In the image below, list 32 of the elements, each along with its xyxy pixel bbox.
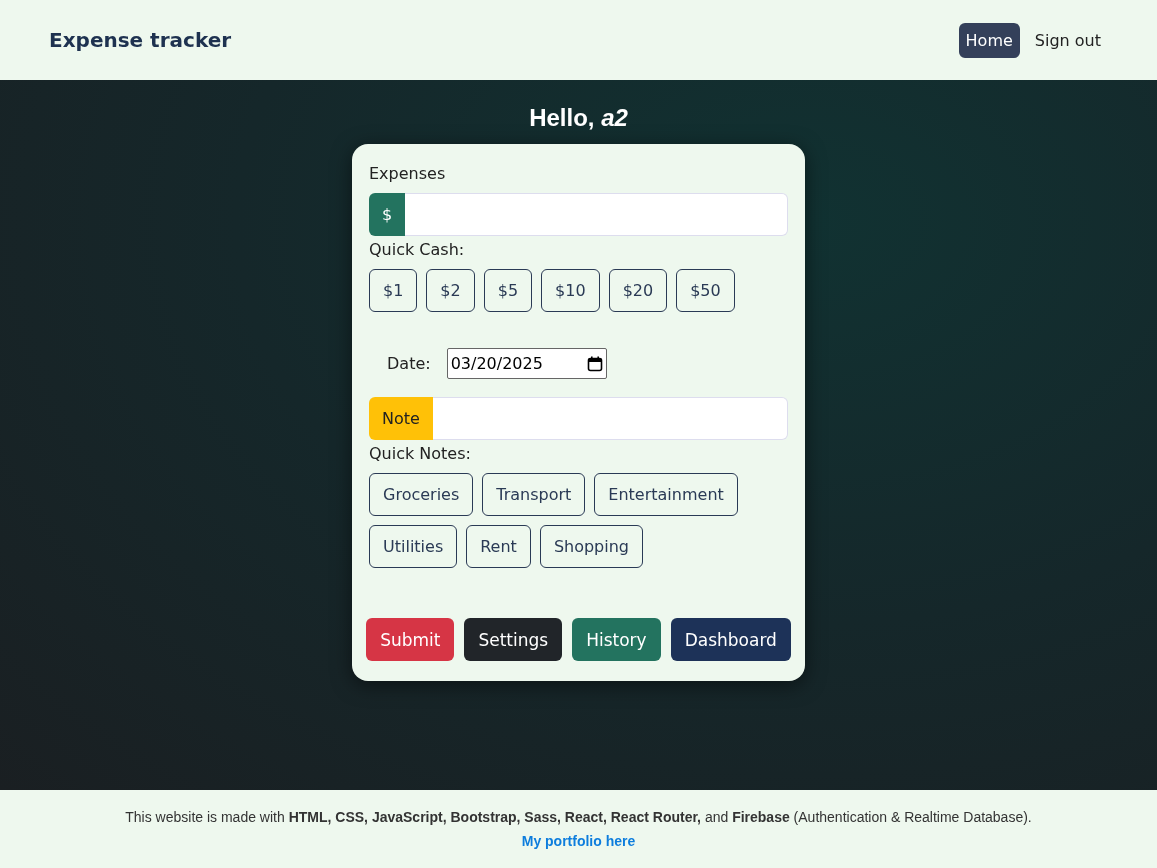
nav-link[interactable]: Sign out (1027, 22, 1108, 58)
quick-cash-button[interactable]: $2 (426, 269, 475, 312)
quick-note-button[interactable]: Entertainment (594, 473, 738, 516)
date-field[interactable]: 03/20/2025 (446, 348, 607, 379)
quick-cash-button[interactable]: $20 (608, 269, 668, 312)
greeting: Hello, a2 (529, 104, 628, 132)
app-title: Expense tracker (49, 28, 232, 52)
currency-prefix: $ (369, 193, 406, 236)
quick-note-button[interactable]: Groceries (369, 473, 474, 516)
quick-cash-button[interactable]: $10 (541, 269, 600, 312)
nav-link[interactable]: Home (958, 22, 1020, 58)
quick-cash-button[interactable]: $1 (369, 269, 418, 312)
action-button[interactable]: Settings (464, 618, 563, 661)
quick-cash-button[interactable]: $5 (483, 269, 533, 312)
action-button[interactable]: History (572, 618, 661, 661)
date-label: Date: (387, 354, 431, 373)
calendar-icon[interactable] (586, 355, 603, 372)
note-prefix: Note (369, 397, 433, 440)
quick-note-button[interactable]: Utilities (369, 525, 458, 568)
note-field[interactable] (432, 397, 788, 440)
quick-cash-label: Quick Cash: (369, 240, 466, 259)
quick-note-button[interactable]: Rent (466, 525, 531, 568)
action-button[interactable]: Dashboard (670, 618, 791, 661)
quick-note-button[interactable]: Transport (482, 473, 586, 516)
portfolio-link[interactable]: My portfolio here (521, 833, 636, 849)
amount-field[interactable] (405, 193, 788, 236)
expenses-label: Expenses (369, 164, 447, 183)
action-button[interactable]: Submit (366, 618, 455, 661)
quick-cash-button[interactable]: $50 (676, 269, 735, 312)
credits-text: This website is made with HTML, CSS, JavaScript, Bootstrap, Sass, React, React Router, and Firebase (Authentication & Realtime Database). (125, 809, 1032, 825)
quick-notes-label: Quick Notes: (369, 444, 472, 463)
quick-note-button[interactable]: Shopping (539, 525, 643, 568)
